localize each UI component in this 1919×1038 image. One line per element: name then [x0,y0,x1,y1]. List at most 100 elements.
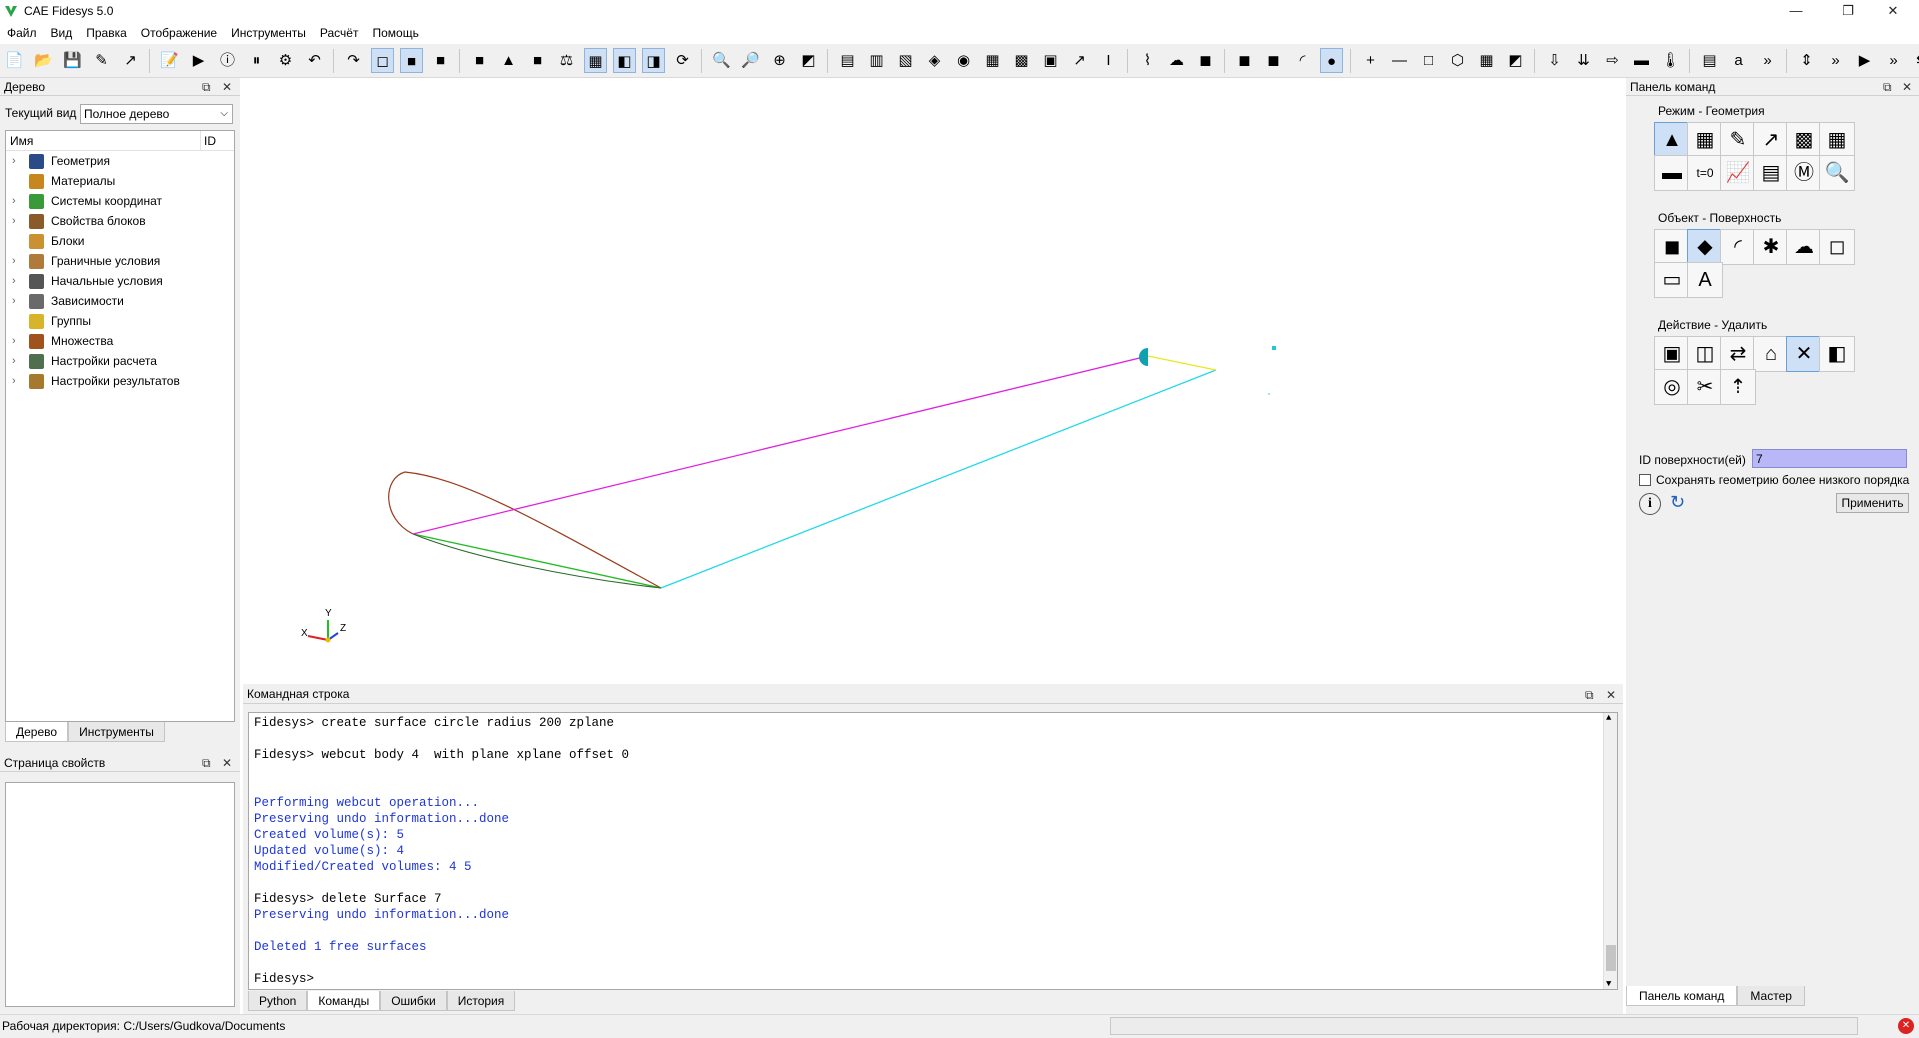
col-name-header[interactable]: Имя [10,131,33,151]
toolbar-button-56-icon[interactable]: a [1727,48,1750,73]
toolbar-button-59-icon[interactable]: » [1824,48,1847,73]
console-output[interactable]: Fidesys> create surface circle radius 20… [248,712,1618,990]
toolbar-button-46-icon[interactable]: □ [1417,48,1440,73]
close-icon[interactable]: ✕ [1902,78,1912,96]
toolbar-button-50-icon[interactable]: ⇩ [1543,48,1566,73]
mode-button-0-icon[interactable]: ▲ [1654,122,1690,158]
tab-tree[interactable]: Дерево [5,722,69,742]
toolbar-button-33-icon[interactable]: ▩ [1010,48,1033,73]
mode-button-11-icon[interactable]: 🔍 [1819,155,1855,191]
toolbar-button-0-icon[interactable]: 📄 [3,48,26,73]
toolbar-button-7-icon[interactable]: ⓘ [216,48,239,73]
action-button-3-icon[interactable]: ⌂ [1753,336,1789,372]
expand-arrow-icon[interactable]: › [12,151,16,171]
mode-button-3-icon[interactable]: ↗ [1753,122,1789,158]
toolbar-button-11-icon[interactable]: ↷ [342,48,365,73]
action-button-6-icon[interactable]: ◎ [1654,369,1690,405]
tree-item[interactable]: › Геометрия [6,151,234,171]
toolbar-button-40-icon[interactable]: ◼ [1233,48,1256,73]
toolbar-button-29-icon[interactable]: ▧ [894,48,917,73]
graphics-viewport[interactable]: Y X Z [243,78,1623,679]
object-button-4-icon[interactable]: ☁ [1786,229,1822,265]
expand-arrow-icon[interactable]: › [12,371,16,391]
info-icon[interactable]: i [1639,493,1661,515]
toolbar-button-5-icon[interactable]: 📝 [158,48,181,73]
float-icon[interactable]: ⧉ [1883,78,1892,96]
menu-calc[interactable]: Расчёт [313,22,366,44]
scroll-up-icon[interactable]: ▲ [1606,713,1611,723]
tree-item[interactable]: › Свойства блоков [6,211,234,231]
toolbar-button-58-icon[interactable]: ⇕ [1795,48,1818,73]
float-icon[interactable]: ⧉ [202,754,211,772]
toolbar-button-38-icon[interactable]: ☁ [1165,48,1188,73]
tree-item[interactable]: Группы [6,311,234,331]
toolbar-button-30-icon[interactable]: ◈ [923,48,946,73]
menu-display[interactable]: Отображение [134,22,224,44]
tab-wizard[interactable]: Мастер [1737,986,1805,1006]
tab-errors[interactable]: Ошибки [380,991,447,1011]
expand-arrow-icon[interactable]: › [12,291,16,311]
toolbar-button-47-icon[interactable]: ⬡ [1446,48,1469,73]
tree-item[interactable]: › Начальные условия [6,271,234,291]
menu-view[interactable]: Вид [44,22,80,44]
tree-item[interactable]: › Настройки расчета [6,351,234,371]
toolbar-button-37-icon[interactable]: ⌇ [1136,48,1159,73]
close-icon[interactable]: ✕ [222,754,232,772]
error-status-icon[interactable]: ✕ [1898,1018,1914,1034]
mode-button-2-icon[interactable]: ✎ [1720,122,1756,158]
scroll-down-icon[interactable]: ▼ [1606,979,1611,989]
toolbar-button-13-icon[interactable]: ■ [400,48,423,73]
toolbar-button-4-icon[interactable]: ↗ [119,48,142,73]
menu-tools[interactable]: Инструменты [224,22,313,44]
tree-view[interactable]: Имя ID › Геометрия Материалы › Системы коорд… [5,130,235,722]
action-button-1-icon[interactable]: ◫ [1687,336,1723,372]
mode-button-8-icon[interactable]: 📈 [1720,155,1756,191]
toolbar-button-36-icon[interactable]: I [1097,48,1120,73]
toolbar-button-20-icon[interactable]: ◧ [613,48,636,73]
mode-button-5-icon[interactable]: ▦ [1819,122,1855,158]
menu-help[interactable]: Помощь [365,22,425,44]
tab-python[interactable]: Python [248,991,308,1011]
mode-button-6-icon[interactable]: ▬ [1654,155,1690,191]
object-button-5-icon[interactable]: ◻ [1819,229,1855,265]
tree-item[interactable]: Блоки [6,231,234,251]
tab-history[interactable]: История [446,991,516,1011]
keep-geometry-checkbox[interactable] [1639,474,1651,486]
toolbar-button-14-icon[interactable]: ■ [429,48,452,73]
toolbar-button-57-icon[interactable]: » [1756,48,1779,73]
action-button-4-icon[interactable]: ✕ [1786,336,1822,372]
close-icon[interactable]: ✕ [222,78,232,96]
col-id-header[interactable]: ID [200,131,216,151]
menu-edit[interactable]: Правка [79,22,134,44]
toolbar-button-54-icon[interactable]: 🌡 [1659,48,1682,73]
toolbar-button-1-icon[interactable]: 📂 [32,48,55,73]
toolbar-button-34-icon[interactable]: ▣ [1039,48,1062,73]
toolbar-button-24-icon[interactable]: 🔎 [739,48,762,73]
toolbar-button-22-icon[interactable]: ⟳ [671,48,694,73]
object-button-1-icon[interactable]: ◆ [1687,229,1723,265]
mode-button-10-icon[interactable]: Ⓜ [1786,155,1822,191]
tree-item[interactable]: › Системы координат [6,191,234,211]
close-window-button[interactable]: ✕ [1870,0,1916,22]
toolbar-button-21-icon[interactable]: ◨ [642,48,665,73]
expand-arrow-icon[interactable]: › [12,331,16,351]
toolbar-button-25-icon[interactable]: ⊕ [768,48,791,73]
toolbar-button-41-icon[interactable]: ◼ [1262,48,1285,73]
tab-tools[interactable]: Инструменты [68,722,165,742]
object-button-7-icon[interactable]: A [1687,262,1723,298]
tree-item[interactable]: › Настройки результатов [6,371,234,391]
action-button-0-icon[interactable]: ▣ [1654,336,1690,372]
reset-icon[interactable]: ↻ [1670,492,1685,513]
toolbar-button-32-icon[interactable]: ▦ [981,48,1004,73]
tree-item[interactable]: Материалы [6,171,234,191]
toolbar-button-12-icon[interactable]: ◻ [371,48,394,73]
action-button-5-icon[interactable]: ◧ [1819,336,1855,372]
console-scrollbar[interactable]: ▲ ▼ [1603,713,1617,989]
toolbar-button-28-icon[interactable]: ▥ [865,48,888,73]
expand-arrow-icon[interactable]: › [12,271,16,291]
object-button-2-icon[interactable]: ◜ [1720,229,1756,265]
toolbar-button-48-icon[interactable]: ▦ [1475,48,1498,73]
toolbar-button-2-icon[interactable]: 💾 [61,48,84,73]
toolbar-button-52-icon[interactable]: ⇨ [1601,48,1624,73]
float-icon[interactable]: ⧉ [1585,685,1594,705]
